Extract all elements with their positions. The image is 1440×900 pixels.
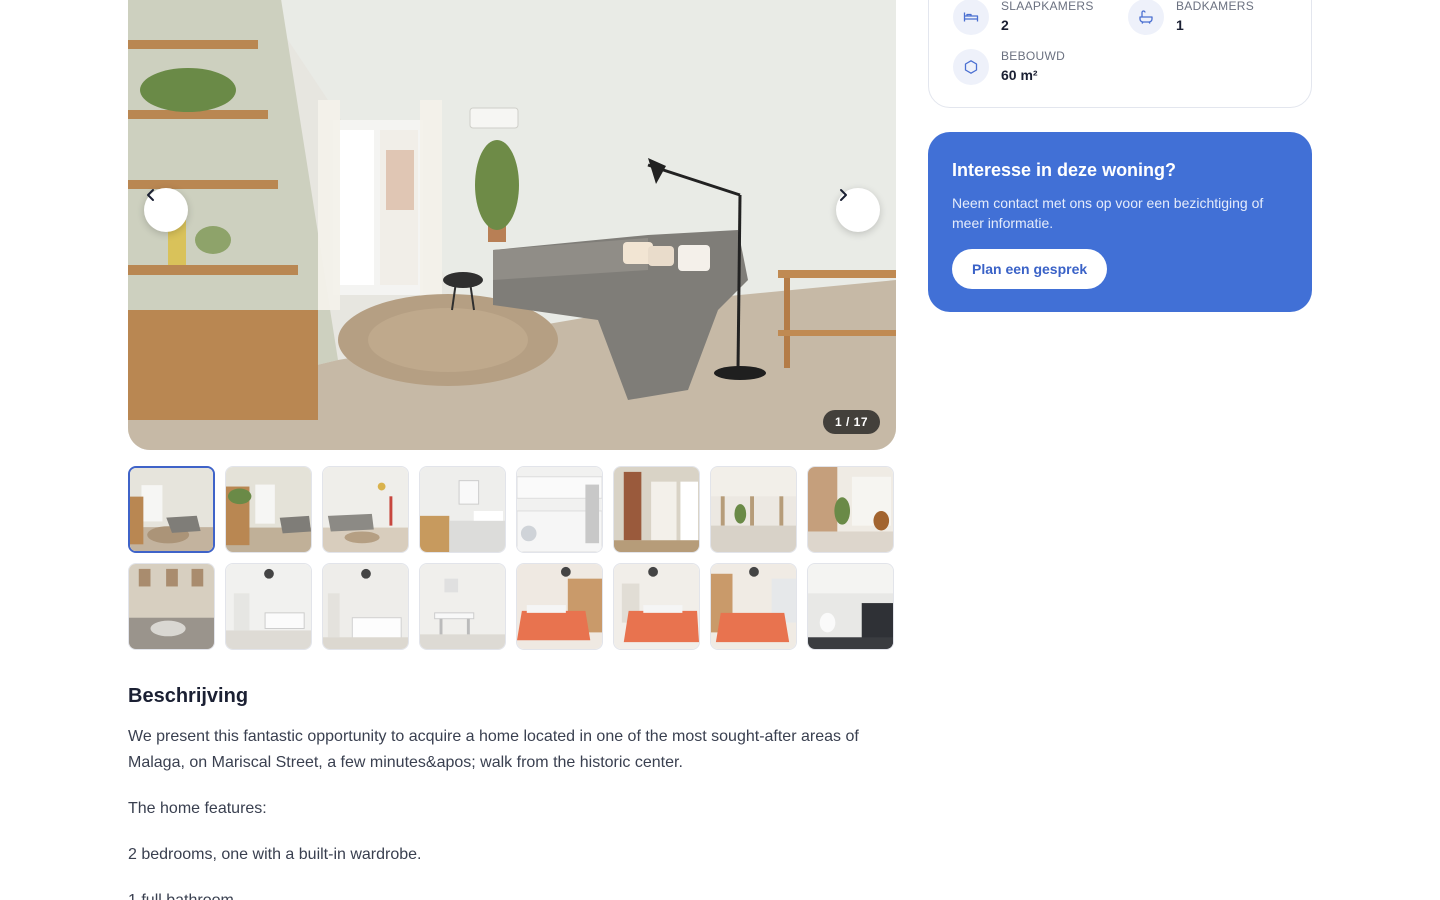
thumbnail-image (129, 564, 214, 649)
description-heading: Beschrijving (128, 685, 249, 707)
thumbnail-image (808, 467, 893, 552)
thumbnail-image (226, 564, 311, 649)
contact-title: Interesse in deze woning? (952, 160, 1177, 180)
gallery-prev-button[interactable] (144, 188, 188, 232)
thumbnail-image (517, 467, 602, 552)
thumbnail-image (808, 564, 893, 649)
thumbnail-image (614, 564, 699, 649)
thumbnail[interactable] (322, 563, 409, 650)
thumbnail-image (711, 564, 796, 649)
spec-bathrooms: BADKAMERS 1 (1128, 0, 1254, 35)
main-gallery-image[interactable]: 1 / 17 (128, 0, 896, 450)
contact-text: Neem contact met ons op voor een bezicht… (952, 195, 1264, 231)
thumbnail[interactable] (225, 466, 312, 553)
living-room-photo (128, 0, 896, 450)
spec-label: SLAAPKAMERS (1001, 0, 1094, 13)
thumbnail-image (323, 564, 408, 649)
thumbnail-row (128, 466, 898, 553)
spec-bedrooms: SLAAPKAMERS 2 (953, 0, 1094, 35)
thumbnail[interactable] (128, 563, 215, 650)
chevron-right-icon (840, 189, 847, 201)
thumbnail[interactable] (613, 466, 700, 553)
thumbnail[interactable] (419, 563, 506, 650)
spec-value: 60 m² (1001, 67, 1038, 83)
gallery-next-button[interactable] (836, 188, 880, 232)
description-paragraph: We present this fantastic opportunity to… (128, 728, 859, 771)
spec-built-area: BEBOUWD 60 m² (953, 49, 1065, 85)
thumbnail-image (420, 564, 505, 649)
plan-meeting-button[interactable]: Plan een gesprek (952, 249, 1108, 289)
thumbnail-row (128, 563, 898, 650)
thumbnail[interactable] (807, 563, 894, 650)
thumbnail[interactable] (807, 466, 894, 553)
thumbnail[interactable] (710, 563, 797, 650)
thumbnail[interactable] (225, 563, 312, 650)
thumbnail-image (517, 564, 602, 649)
thumbnail[interactable] (322, 466, 409, 553)
thumbnail[interactable] (419, 466, 506, 553)
description-paragraph: 1 full bathroom. (128, 888, 898, 900)
bath-icon (1128, 0, 1164, 35)
thumbnail-image (614, 467, 699, 552)
thumbnail-image (420, 467, 505, 552)
thumbnail-strip (128, 466, 898, 660)
thumbnail[interactable] (128, 466, 215, 553)
thumbnail-image (226, 467, 311, 552)
spec-value: 1 (1176, 17, 1184, 33)
image-counter: 1 / 17 (822, 410, 880, 434)
thumbnail[interactable] (613, 563, 700, 650)
bed-icon (953, 0, 989, 35)
thumbnail[interactable] (710, 466, 797, 553)
description-section: Beschrijving We present this fantastic o… (128, 685, 898, 900)
thumbnail[interactable] (516, 466, 603, 553)
thumbnail-image (323, 467, 408, 552)
thumbnail-image (711, 467, 796, 552)
property-specs-card: SLAAPKAMERS 2 BADKAMERS 1 BEBOUWD 60 m² (928, 0, 1312, 108)
thumbnail-image (130, 468, 213, 551)
thumbnail[interactable] (516, 563, 603, 650)
spec-label: BEBOUWD (1001, 49, 1066, 63)
contact-card: Interesse in deze woning? Neem contact m… (928, 132, 1312, 312)
spec-label: BADKAMERS (1176, 0, 1255, 13)
spec-value: 2 (1001, 17, 1009, 33)
chevron-left-icon (147, 189, 154, 201)
hexagon-icon (953, 49, 989, 85)
description-paragraph: 2 bedrooms, one with a built-in wardrobe… (128, 846, 422, 863)
description-paragraph: The home features: (128, 800, 267, 817)
